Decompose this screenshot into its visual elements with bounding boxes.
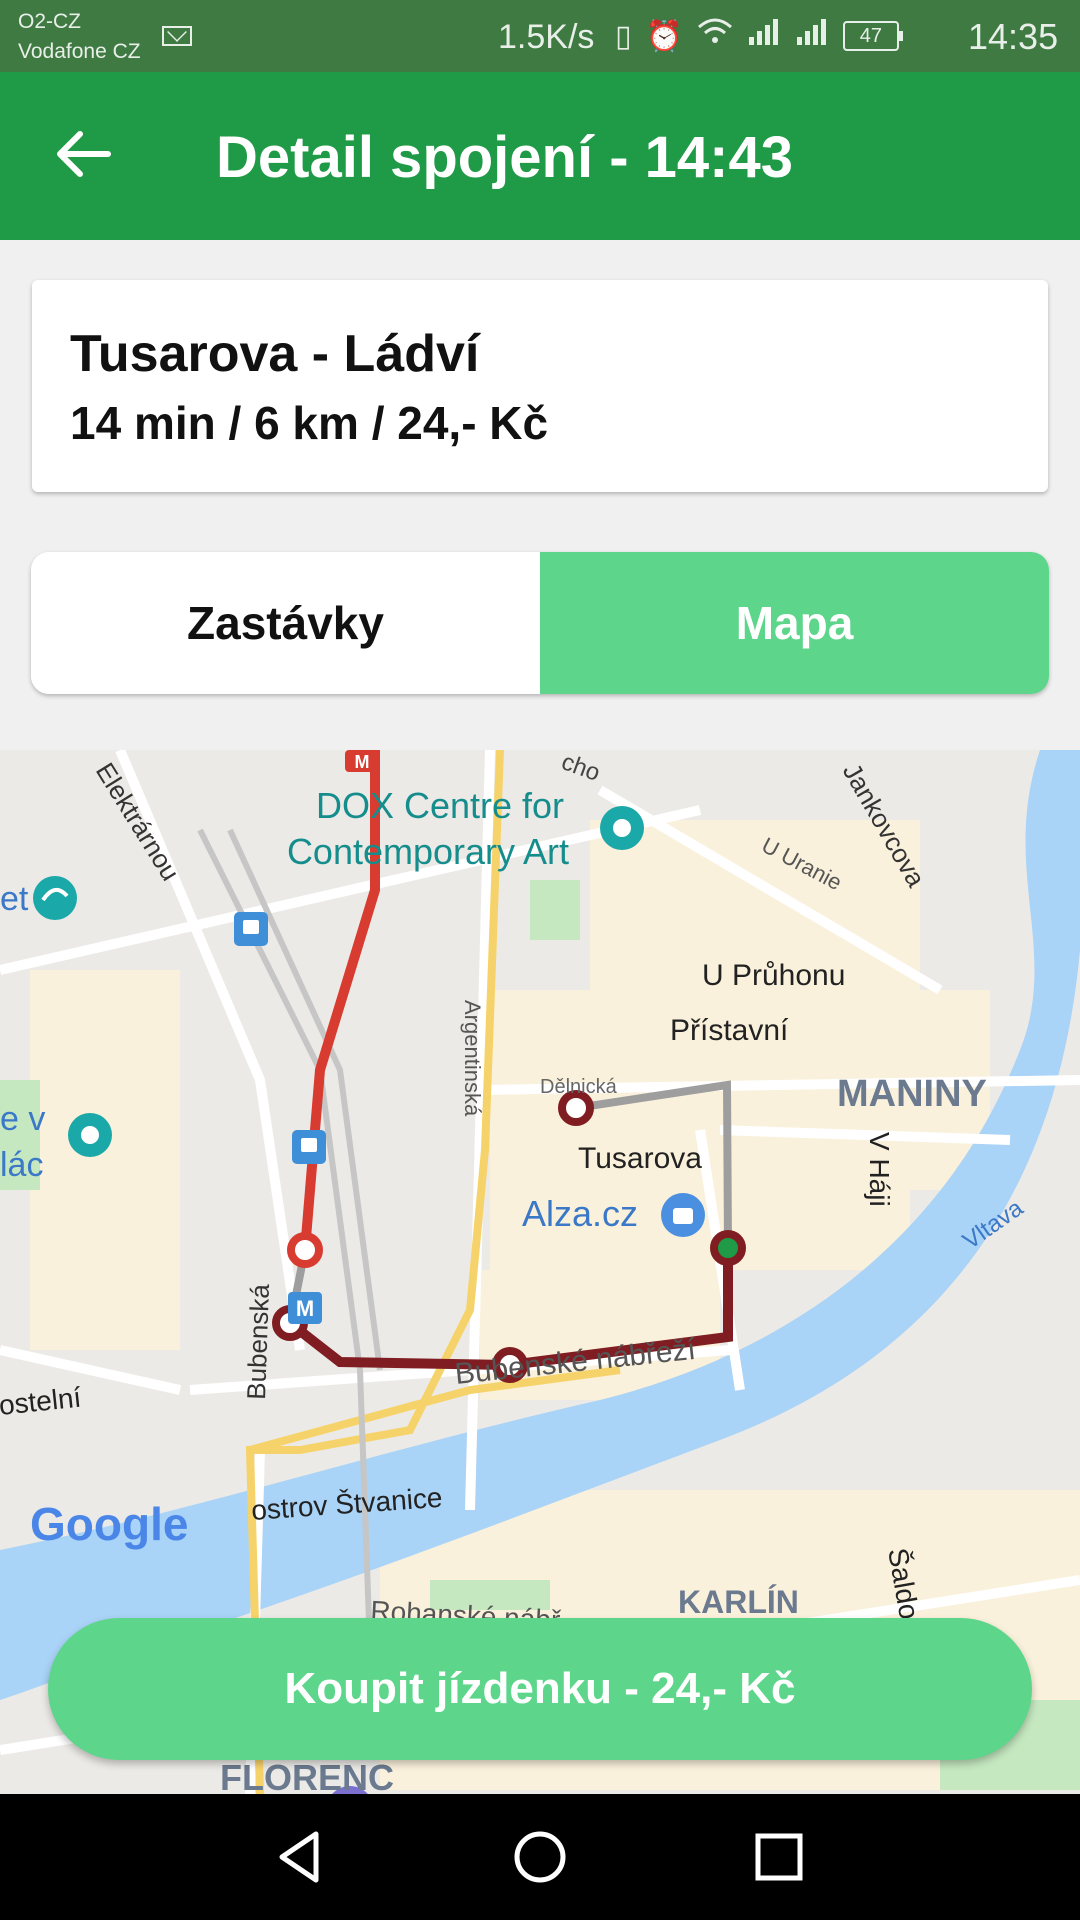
metro-icon: M <box>288 1292 322 1324</box>
home-circle-icon[interactable] <box>507 1824 573 1890</box>
map-label-karlin: KARLÍN <box>678 1584 799 1620</box>
signal-icon-2 <box>795 17 829 55</box>
map-label-alza: Alza.cz <box>522 1193 638 1234</box>
stop-marker-current <box>710 1230 746 1266</box>
system-icons: ▯ ⏰ 47 <box>615 14 945 58</box>
svg-text:M: M <box>355 752 370 772</box>
alarm-icon: ⏰ <box>645 19 683 53</box>
route-title: Tusarova - Ládví <box>70 325 480 383</box>
battery-icon: 47 <box>842 21 903 51</box>
vibrate-icon: ▯ <box>615 19 632 53</box>
signal-icon <box>747 17 781 55</box>
route-meta: 14 min / 6 km / 24,- Kč <box>70 397 549 449</box>
metro-icon: M <box>345 750 379 772</box>
status-time: 14:35 <box>968 16 1059 57</box>
battery-level: 47 <box>859 24 882 47</box>
back-triangle-icon[interactable] <box>268 1824 334 1890</box>
map-label-v-haji: V Háji <box>864 1132 895 1207</box>
page-title: Detail spojení - 14:43 <box>216 125 793 190</box>
carrier-label-primary: O2-CZ <box>18 10 81 33</box>
svg-text:M: M <box>296 1296 314 1321</box>
map-label-bubenska: Bubenská <box>241 1283 275 1400</box>
map-label-ev: e v <box>0 1100 45 1138</box>
map-label-u-pruhonu: U Průhonu <box>702 959 845 992</box>
tab-map[interactable]: Mapa <box>540 552 1049 694</box>
map-label-pristavni: Přístavní <box>670 1014 789 1047</box>
museum-pin-icon <box>600 806 644 850</box>
dolphin-pin-icon <box>33 876 77 920</box>
app-bar: Detail spojení - 14:43 <box>0 72 1080 240</box>
back-button[interactable] <box>52 124 116 188</box>
connection-summary-card: Tusarova - Ládví 14 min / 6 km / 24,- Kč <box>32 280 1048 492</box>
map-label-et: et <box>0 880 29 918</box>
train-station-icon <box>234 912 268 946</box>
map-label-florenc: FLORENC <box>220 1757 394 1794</box>
status-bar: O2-CZ Vodafone CZ 1.5K/s ▯ ⏰ 47 14:35 <box>0 0 1080 72</box>
map-label-dox: DOX Centre for <box>316 785 564 826</box>
map-label-dox2: Contemporary Art <box>287 831 569 872</box>
map-label-argentinska: Argentinská <box>460 1000 485 1117</box>
shopping-pin-icon <box>661 1193 705 1237</box>
map-label-delnicka: Dělnická <box>540 1076 618 1098</box>
mail-icon <box>162 26 192 46</box>
buy-ticket-button[interactable]: Koupit jízdenku - 24,- Kč <box>48 1618 1032 1760</box>
recents-square-icon[interactable] <box>746 1824 812 1890</box>
view-tabs: Zastávky Mapa <box>31 552 1049 694</box>
google-logo: Google <box>30 1498 188 1550</box>
stop-marker-start <box>558 1090 594 1126</box>
map-label-maniny: MANINY <box>837 1073 987 1115</box>
arrow-left-icon <box>56 130 112 183</box>
wifi-icon <box>697 17 733 55</box>
museum-pin-icon-2 <box>68 1113 112 1157</box>
system-nav-bar <box>0 1794 1080 1920</box>
map-label-lac: lác <box>0 1146 43 1184</box>
tab-stops[interactable]: Zastávky <box>31 552 540 694</box>
stop-marker <box>287 1232 323 1268</box>
carrier-label-secondary: Vodafone CZ <box>18 40 141 63</box>
map-label-tusarova: Tusarova <box>578 1142 702 1175</box>
train-station-icon <box>292 1130 326 1164</box>
network-speed: 1.5K/s <box>498 18 595 56</box>
